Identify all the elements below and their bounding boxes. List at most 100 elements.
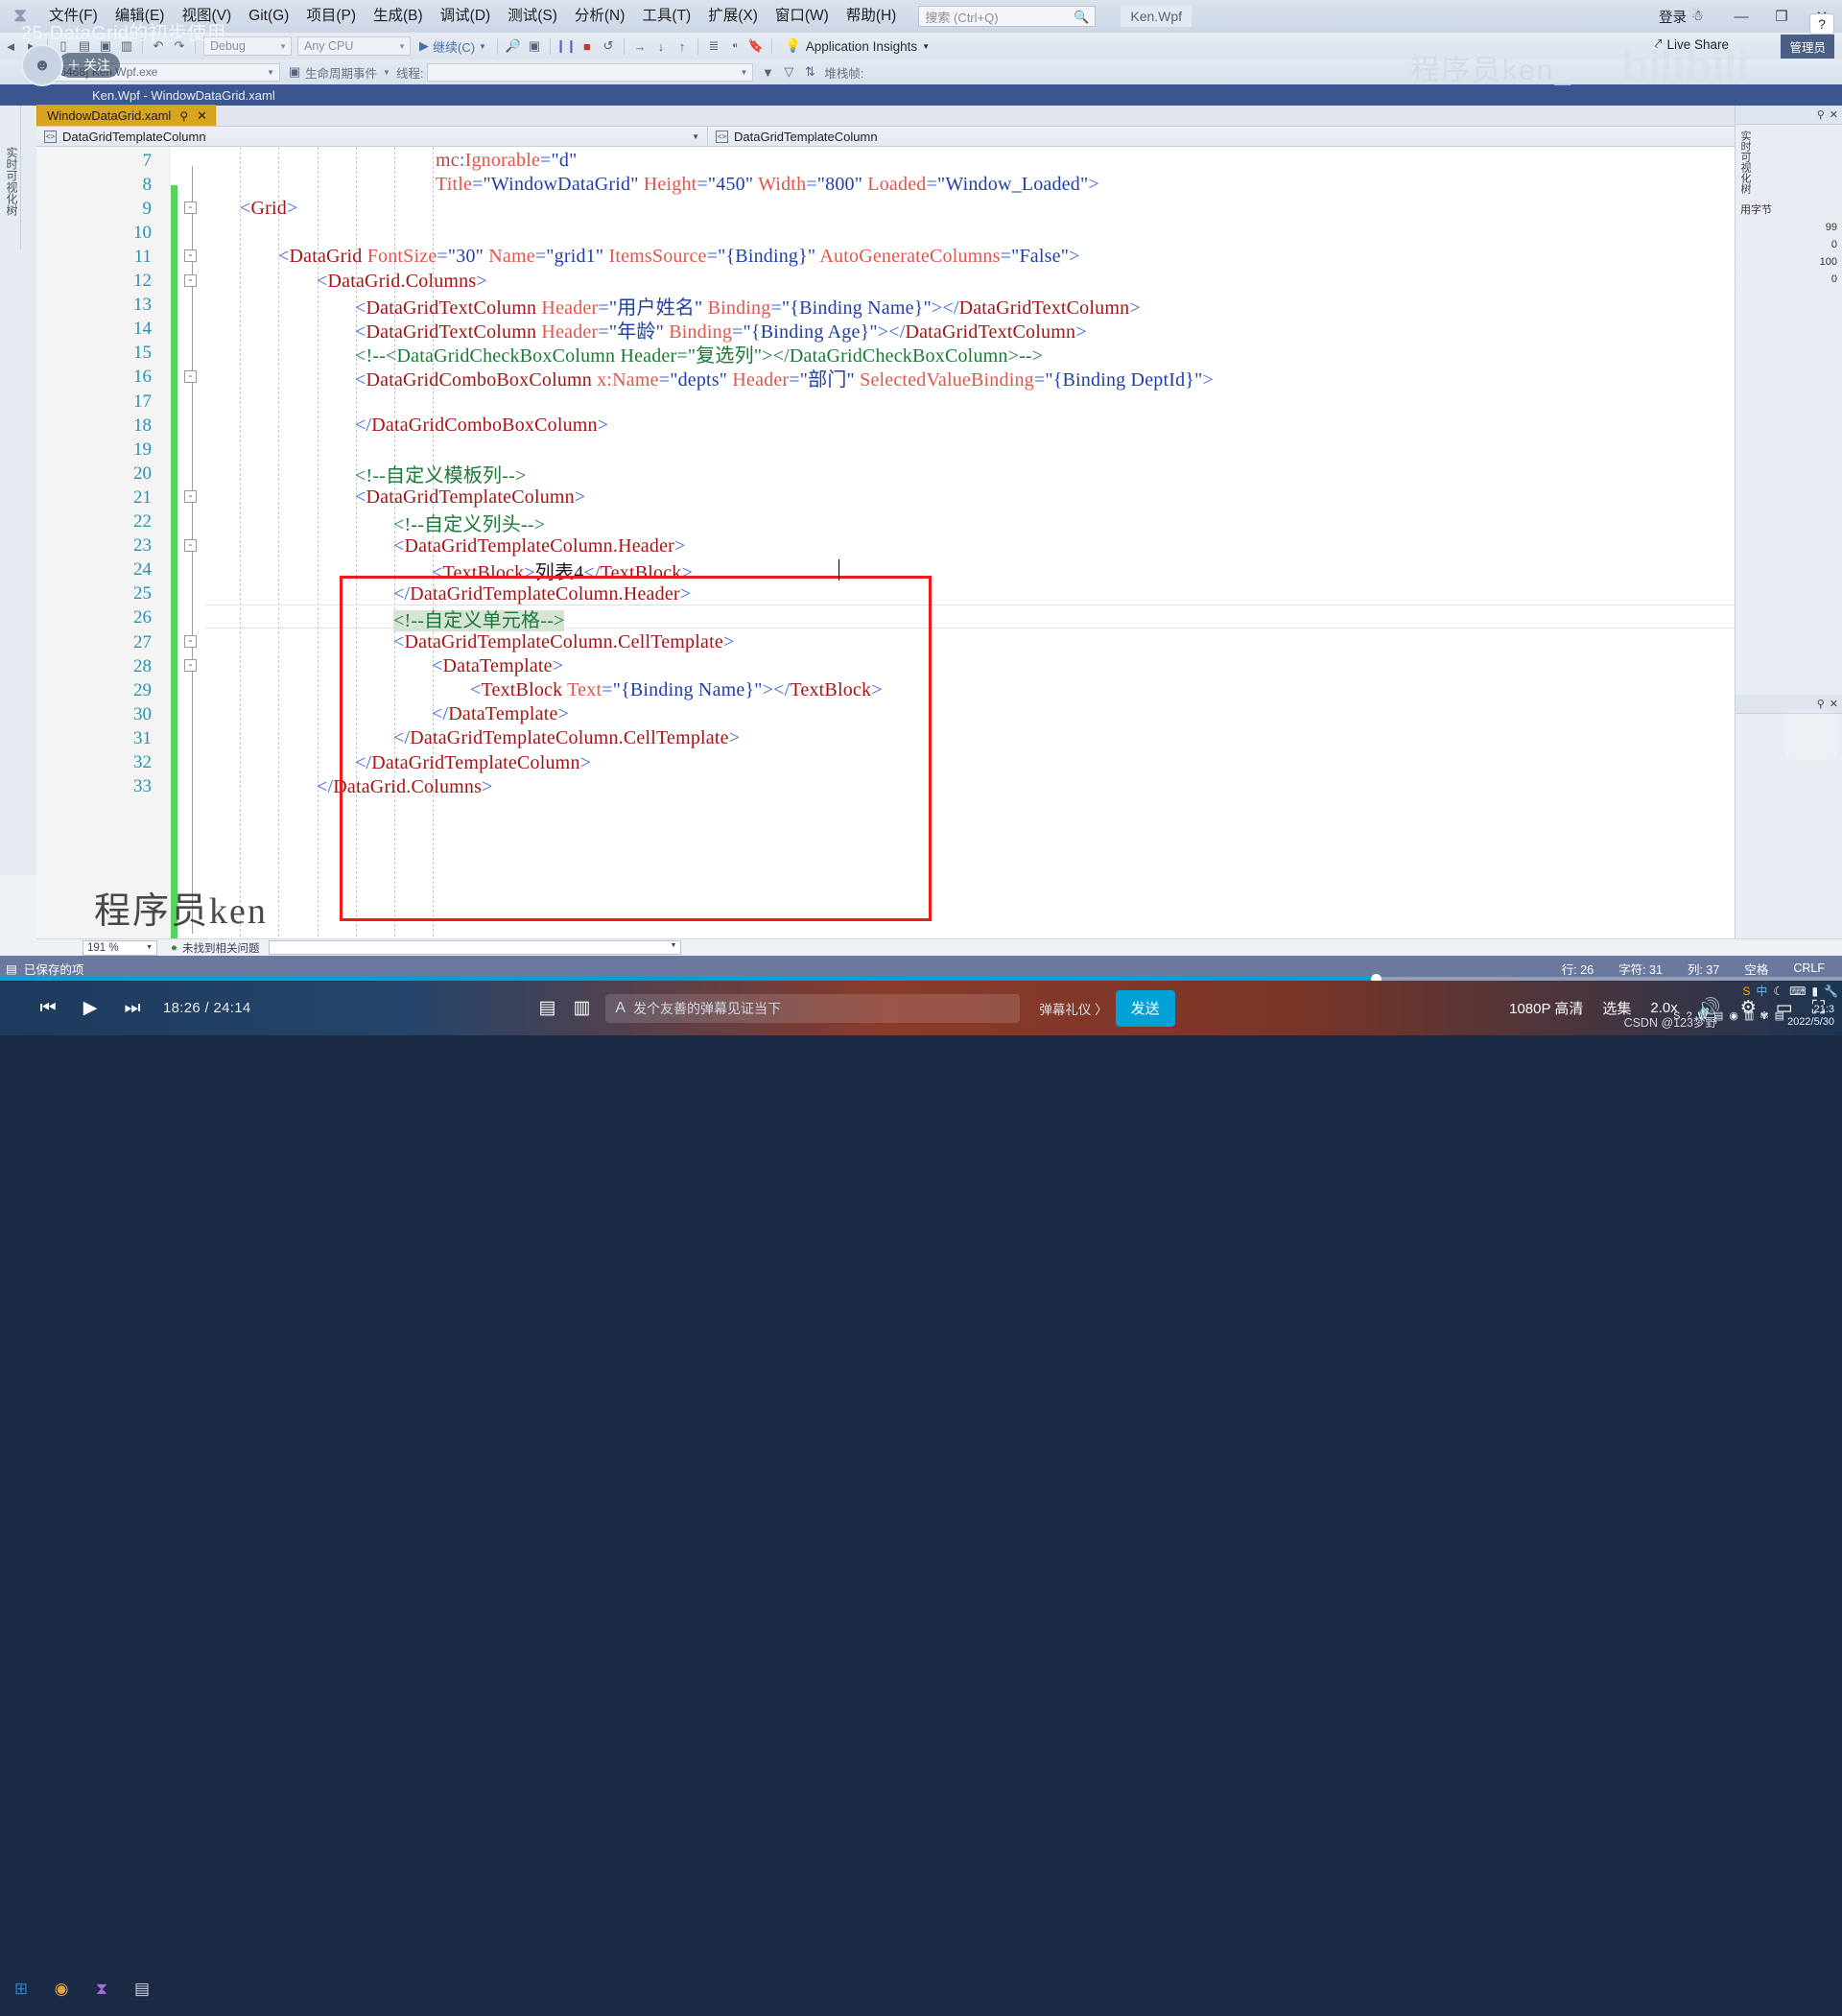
note-icon[interactable]: ▤	[1775, 1009, 1784, 1022]
error-status[interactable]: ● 未找到相关问题	[171, 940, 259, 956]
maximize-button[interactable]: ❐	[1761, 2, 1802, 31]
platform-select[interactable]: Any CPU ▼	[297, 36, 411, 56]
indent-icon[interactable]: ≣	[703, 35, 724, 58]
fold-toggle-icon[interactable]: -	[184, 538, 197, 552]
menu-project[interactable]: 项目(P)	[297, 0, 365, 33]
code-line[interactable]: 19	[36, 438, 1842, 462]
code-line[interactable]: 32 </DataGridTemplateColumn>	[36, 751, 1842, 775]
chrome-icon[interactable]: ◉	[44, 1972, 79, 2006]
pin-icon[interactable]: ⚲	[179, 109, 188, 123]
hot-reload-icon[interactable]: ▣	[524, 35, 545, 58]
code-line[interactable]: 29 <TextBlock Text="{Binding Name}"></Tex…	[36, 678, 1842, 702]
zoom-level-select[interactable]: 191 % ▼	[83, 939, 157, 956]
help-bubble-icon[interactable]: ?	[1809, 13, 1834, 35]
code-line[interactable]: 8 Title="WindowDataGrid" Height="450" Wid…	[36, 173, 1842, 197]
minimize-button[interactable]: —	[1721, 2, 1761, 31]
code-line[interactable]: 25 </DataGridTemplateColumn.Header>	[36, 582, 1842, 606]
code-line[interactable]: 27 - <DataGridTemplateColumn.CellTemplate>	[36, 630, 1842, 654]
fold-toggle-icon[interactable]: -	[184, 369, 197, 383]
search-input[interactable]: 搜索 (Ctrl+Q) 🔍	[918, 6, 1097, 27]
code-line[interactable]: 21 - <DataGridTemplateColumn>	[36, 486, 1842, 510]
code-editor[interactable]: 7 mc:Ignorable="d" 8 Title="WindowDataGrid"…	[36, 147, 1842, 956]
pin-icon[interactable]: ⚲	[1817, 698, 1825, 710]
code-line[interactable]: 22 <!--自定义列头-->	[36, 510, 1842, 535]
send-button[interactable]: 发送	[1115, 989, 1175, 1027]
fold-toggle-icon[interactable]: -	[184, 635, 197, 648]
code-line[interactable]: 33 </DataGrid.Columns>	[36, 775, 1842, 799]
code-line[interactable]: 14 <DataGridTextColumn Header="年龄" Bindin…	[36, 318, 1842, 343]
code-line[interactable]: 11 - <DataGrid FontSize="30" Name="grid1" …	[36, 245, 1842, 269]
visual-studio-icon[interactable]: ⧗	[84, 1972, 119, 2006]
code-line[interactable]: 7 mc:Ignorable="d"	[36, 149, 1842, 173]
next-button[interactable]: ⏭	[111, 981, 154, 1035]
tab-windowdatagrid-xaml[interactable]: WindowDataGrid.xaml ⚲ ✕	[36, 105, 217, 126]
quality-select[interactable]: 1080P 高清	[1509, 998, 1583, 1018]
moon-icon[interactable]: ☾	[1773, 984, 1783, 998]
flower-icon[interactable]: ✾	[1759, 1009, 1768, 1022]
step-into-icon[interactable]: ↓	[650, 35, 672, 58]
comment-icon[interactable]: ⁌	[724, 35, 745, 58]
sign-in-button[interactable]: 登录 ☃	[1659, 7, 1721, 27]
clear-filter-icon[interactable]: ▽	[778, 60, 799, 83]
menu-extensions[interactable]: 扩展(X)	[699, 0, 767, 33]
copy-icon[interactable]: ▥	[1744, 1009, 1754, 1022]
fold-toggle-icon[interactable]: -	[184, 202, 197, 215]
right-panel-list[interactable]: 用字节 99 0 100 0	[1736, 200, 1842, 292]
network-icon[interactable]: ▮	[1811, 984, 1818, 998]
avatar[interactable]: ☻	[21, 44, 63, 86]
lifecycle-events-icon[interactable]: ▣	[284, 60, 305, 83]
restart-icon[interactable]: ↺	[598, 35, 619, 58]
code-line[interactable]: 20 <!--自定义模板列-->	[36, 462, 1842, 487]
continue-button[interactable]: ▶ 继续(C) ▼	[413, 37, 492, 56]
ime-chinese-icon[interactable]: 中	[1756, 983, 1767, 999]
code-line[interactable]: 17	[36, 390, 1842, 414]
filter-icon[interactable]: ▼	[757, 60, 778, 83]
code-line[interactable]: 26 <!--自定义单元格-->	[36, 606, 1842, 631]
close-icon[interactable]: ✕	[1830, 108, 1838, 121]
fold-toggle-icon[interactable]: -	[184, 659, 197, 673]
menu-debug[interactable]: 调试(D)	[432, 0, 500, 33]
floating-play-button[interactable]: ▷	[1786, 710, 1836, 760]
menu-help[interactable]: 帮助(H)	[838, 0, 906, 33]
code-line[interactable]: 9 - <Grid>	[36, 197, 1842, 221]
code-line[interactable]: 10	[36, 221, 1842, 245]
danmaku-input[interactable]: A 发个友善的弹幕见证当下	[605, 993, 1021, 1023]
code-line[interactable]: 24 <TextBlock>列表4</TextBlock>	[36, 558, 1842, 583]
code-line[interactable]: 16 - <DataGridComboBoxColumn x:Name="depts…	[36, 366, 1842, 391]
error-filter-select[interactable]: ▼	[269, 940, 682, 955]
tools-icon[interactable]: 🔧	[1824, 984, 1838, 998]
menu-build[interactable]: 生成(B)	[365, 0, 432, 33]
stop-icon[interactable]: ■	[577, 35, 598, 58]
sogou-input-icon[interactable]: S	[1742, 984, 1750, 998]
fold-toggle-icon[interactable]: -	[184, 490, 197, 504]
live-visual-tree-dock-label[interactable]: 实时可视化树	[0, 106, 21, 249]
nav-member-select[interactable]: <> DataGridTemplateColumn ▼	[708, 127, 1842, 147]
bookmark-icon[interactable]: 🔖	[745, 35, 767, 58]
attach-process-icon[interactable]: 🔎	[503, 35, 524, 58]
code-line[interactable]: 12 - <DataGrid.Columns>	[36, 270, 1842, 294]
calculator-icon[interactable]: ▤	[125, 1972, 159, 2006]
follow-button[interactable]: ＋ 关注	[58, 53, 120, 78]
back-icon[interactable]: ◄	[0, 35, 21, 58]
danmaku-etiquette-link[interactable]: 弹幕礼仪 〉	[1039, 999, 1107, 1018]
thread-select[interactable]: ▼	[427, 62, 754, 82]
close-icon[interactable]: ✕	[1830, 698, 1838, 710]
keyboard-icon[interactable]: ⌨	[1789, 984, 1806, 998]
danmaku-toggle-icon[interactable]: ▤	[538, 997, 555, 1019]
previous-button[interactable]: ⏮	[27, 981, 69, 1035]
code-line[interactable]: 13 <DataGridTextColumn Header="用户姓名" Bind…	[36, 294, 1842, 319]
menu-tools[interactable]: 工具(T)	[633, 0, 699, 33]
code-line[interactable]: 15 <!--<DataGridCheckBoxColumn Header="复选…	[36, 342, 1842, 367]
menu-analyze[interactable]: 分析(N)	[566, 0, 634, 33]
fold-toggle-icon[interactable]: -	[184, 273, 197, 287]
menu-window[interactable]: 窗口(W)	[767, 0, 838, 33]
sort-icon[interactable]: ⇅	[799, 60, 820, 83]
pin-icon[interactable]: ⚲	[1817, 108, 1825, 121]
menu-test[interactable]: 测试(S)	[499, 0, 566, 33]
step-out-icon[interactable]: ↑	[672, 35, 693, 58]
shield-icon[interactable]: ◉	[1729, 1009, 1738, 1022]
code-line[interactable]: 31 </DataGridTemplateColumn.CellTemplate>	[36, 726, 1842, 750]
menu-git[interactable]: Git(G)	[240, 0, 297, 33]
code-line[interactable]: 30 </DataTemplate>	[36, 702, 1842, 726]
danmaku-settings-icon[interactable]: ▥	[573, 997, 590, 1019]
